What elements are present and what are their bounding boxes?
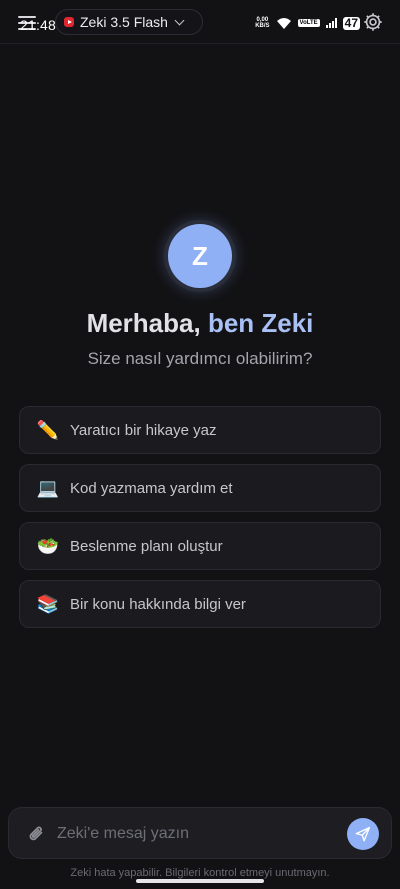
salad-icon: 🥗 [36, 535, 60, 556]
volte-badge: VoLTE [297, 19, 320, 27]
books-icon: 📚 [36, 593, 60, 614]
model-name: Zeki 3.5 Flash [80, 14, 168, 30]
status-time: 21:48 [20, 17, 57, 33]
suggestion-label: Kod yazmama yardım et [70, 479, 233, 497]
send-icon [355, 826, 371, 842]
message-composer [8, 807, 392, 859]
system-status-icons: 0,00 KB/S VoLTE 47 [255, 14, 360, 32]
top-bar: 21:48 Zeki 3.5 Flash 0,00 KB/S VoLTE 47 [0, 0, 400, 44]
suggestion-topic-info[interactable]: 📚 Bir konu hakkında bilgi ver [19, 580, 381, 628]
suggestion-creative-story[interactable]: ✏️ Yaratıcı bir hikaye yaz [19, 406, 381, 454]
greeting-part-2: ben Zeki [207, 308, 314, 338]
home-indicator[interactable] [136, 879, 264, 883]
suggestion-label: Beslenme planı oluştur [70, 537, 223, 555]
signal-icon [325, 18, 337, 28]
suggestion-code-help[interactable]: 💻 Kod yazmama yardım et [19, 464, 381, 512]
gear-icon[interactable] [362, 11, 384, 33]
wifi-icon [276, 16, 292, 30]
suggestion-nutrition-plan[interactable]: 🥗 Beslenme planı oluştur [19, 522, 381, 570]
message-input[interactable] [57, 820, 337, 848]
suggestion-list: ✏️ Yaratıcı bir hikaye yaz 💻 Kod yazmama… [19, 406, 381, 638]
pencil-icon: ✏️ [36, 419, 60, 440]
assistant-avatar: Z [168, 224, 232, 288]
greeting-part-1: Merhaba, [86, 308, 208, 338]
suggestion-label: Bir konu hakkında bilgi ver [70, 595, 246, 613]
laptop-icon: 💻 [36, 477, 60, 498]
chevron-down-icon [174, 15, 185, 25]
notification-app-icon [64, 17, 74, 27]
send-button[interactable] [347, 818, 379, 850]
disclaimer-text: Zeki hata yapabilir. Bilgileri kontrol e… [70, 867, 330, 879]
greeting-subtitle: Size nasıl yardımcı olabilirim? [87, 349, 313, 368]
battery-level: 47 [342, 15, 360, 30]
chat-screen: 21:48 Zeki 3.5 Flash 0,00 KB/S VoLTE 47 [0, 0, 400, 889]
greeting-title: Merhaba, ben Zeki [0, 308, 400, 339]
net-speed: 0,00 KB/S [255, 17, 269, 29]
net-speed-unit: KB/S [255, 23, 270, 29]
suggestion-label: Yaratıcı bir hikaye yaz [70, 421, 217, 439]
model-selector[interactable]: Zeki 3.5 Flash [55, 9, 203, 35]
paperclip-icon[interactable] [27, 823, 47, 845]
